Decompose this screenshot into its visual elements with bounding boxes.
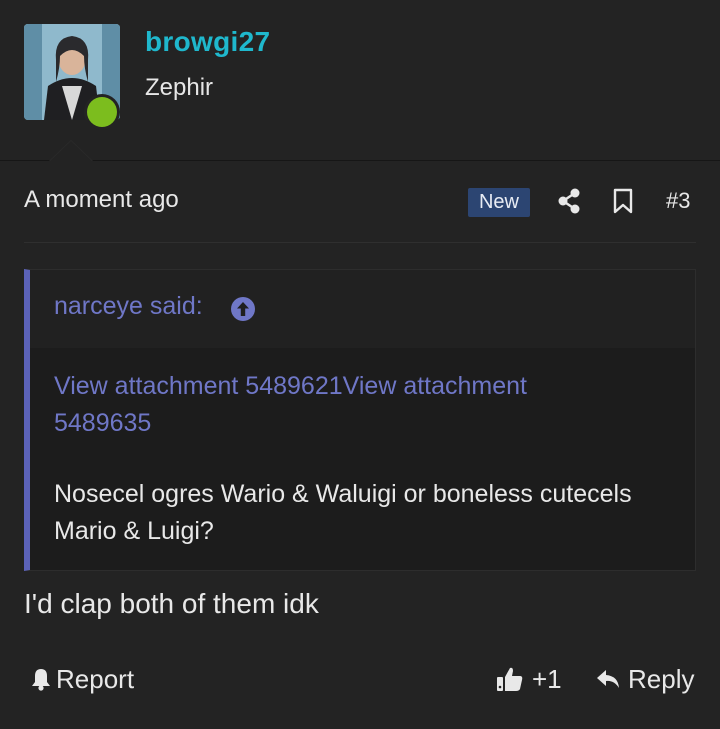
attachment-links[interactable]: View attachment 5489621View attachment 5…	[54, 368, 614, 442]
post-meta-row: A moment ago New #3	[0, 178, 720, 226]
post-actions: Report +1 Reply	[0, 652, 720, 708]
post-timestamp[interactable]: A moment ago	[24, 186, 179, 214]
post-container: browgi27 Zephir A moment ago New #3 narc…	[0, 0, 720, 729]
thumbs-up-icon	[496, 665, 524, 693]
like-count: +1	[532, 663, 562, 694]
report-label: Report	[56, 663, 135, 694]
bell-icon	[30, 667, 52, 691]
post-message: I'd clap both of them idk	[24, 588, 319, 619]
reply-arrow-icon	[596, 668, 620, 690]
meta-divider	[24, 242, 696, 243]
header-divider	[0, 160, 720, 161]
quote-text: Nosecel ogres Wario & Waluigi or boneles…	[54, 480, 632, 545]
reply-label: Reply	[628, 663, 695, 694]
user-header: browgi27 Zephir	[0, 0, 720, 160]
bookmark-icon[interactable]	[612, 188, 634, 214]
share-icon[interactable]	[556, 188, 582, 214]
new-badge: New	[468, 188, 530, 217]
like-button[interactable]: +1	[496, 662, 562, 696]
quote-block: narceye said: View attachment 5489621Vie…	[24, 269, 696, 571]
username-link[interactable]: browgi27	[145, 26, 270, 58]
quote-body: View attachment 5489621View attachment 5…	[30, 348, 695, 570]
post-number-link[interactable]: #3	[666, 188, 690, 214]
reply-button[interactable]: Reply	[596, 662, 694, 696]
quote-header: narceye said:	[30, 270, 695, 348]
header-pointer-inner	[50, 141, 92, 161]
report-button[interactable]: Report	[30, 662, 134, 696]
user-title: Zephir	[145, 74, 214, 101]
arrow-up-circle-icon[interactable]	[230, 296, 256, 322]
online-status-dot	[87, 97, 117, 127]
quote-author-link[interactable]: narceye said:	[54, 292, 203, 321]
